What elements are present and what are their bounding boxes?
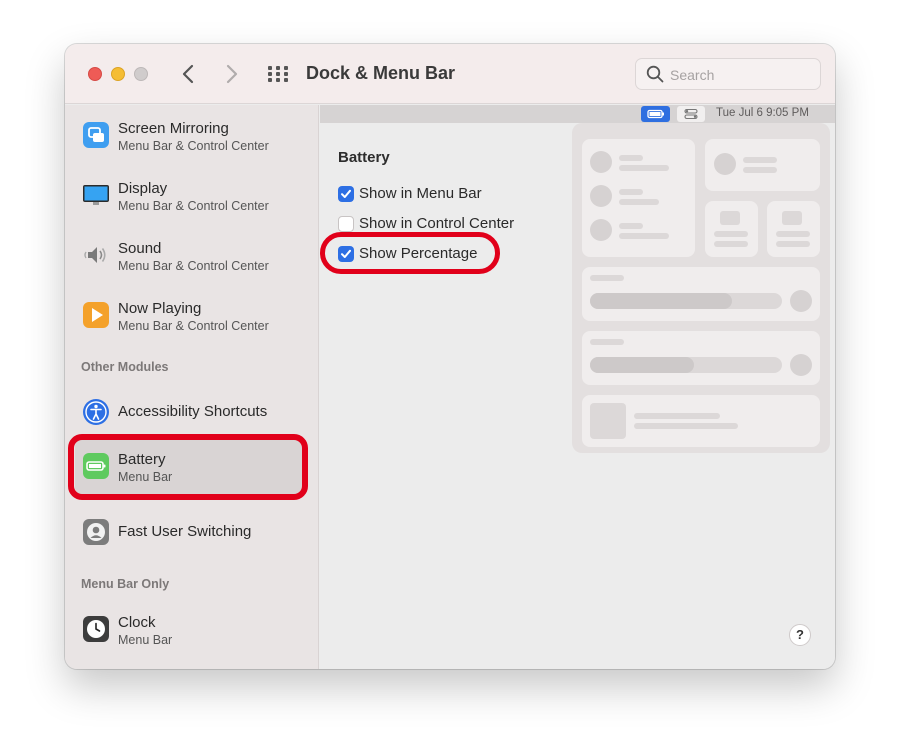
help-button[interactable]: ? (789, 624, 811, 646)
sidebar-item-screen-mirroring[interactable]: Screen Mirroring Menu Bar & Control Cent… (75, 108, 307, 164)
show-in-menu-bar-option[interactable]: Show in Menu Bar (338, 183, 498, 205)
close-window-button[interactable] (88, 67, 102, 81)
show-in-menu-bar-label: Show in Menu Bar (359, 185, 482, 202)
preview-bar (619, 189, 643, 195)
preview-dot (790, 354, 812, 376)
battery-section-title: Battery (338, 149, 390, 166)
sidebar-item-battery[interactable]: Battery Menu Bar (75, 439, 307, 495)
preview-small-tile (705, 201, 758, 257)
checkmark-icon (341, 189, 351, 198)
preview-bar (590, 357, 694, 373)
sidebar-item-title: Accessibility Shortcuts (118, 403, 268, 420)
sidebar-item-title: Now Playing (118, 300, 202, 317)
minimize-window-button[interactable] (111, 67, 125, 81)
preview-bar (782, 211, 802, 225)
preview-dot (714, 153, 736, 175)
control-center-preview (572, 123, 830, 453)
menubar-battery-icon (641, 106, 670, 122)
show-in-menu-bar-checkbox[interactable] (338, 186, 354, 202)
preview-dot (790, 290, 812, 312)
preview-bar (634, 413, 720, 419)
menu-bar-only-header: Menu Bar Only (81, 577, 170, 591)
search-input[interactable] (670, 64, 810, 86)
other-modules-header: Other Modules (81, 360, 169, 374)
show-percentage-option[interactable]: Show Percentage (338, 243, 503, 265)
chevron-left-icon (182, 64, 194, 84)
battery-settings-pane: Tue Jul 6 9:05 PM Battery Show in Menu B… (320, 105, 835, 669)
search-icon (646, 65, 664, 83)
search-field[interactable] (635, 58, 821, 90)
preview-bar (619, 165, 669, 171)
zoom-window-button[interactable] (134, 67, 148, 81)
back-button[interactable] (177, 62, 201, 86)
preview-bar (590, 403, 626, 439)
preview-bar (619, 155, 643, 161)
show-all-button[interactable] (267, 65, 289, 83)
sidebar-item-title: Battery (118, 451, 166, 468)
sidebar-item-title: Sound (118, 240, 162, 257)
clock-icon (83, 616, 109, 642)
preview-bar (743, 157, 777, 163)
chevron-right-icon (226, 64, 238, 84)
preview-bar (720, 211, 740, 225)
menu-bar-preview: Tue Jul 6 9:05 PM (320, 105, 835, 123)
grid-icon (268, 66, 288, 82)
forward-button[interactable] (219, 62, 243, 86)
preview-bar (590, 339, 624, 345)
menubar-control-center-icon (677, 106, 705, 122)
battery-icon (83, 453, 109, 479)
sidebar-item-subtitle: Menu Bar & Control Center (118, 319, 269, 333)
preview-bar (619, 199, 659, 205)
checkmark-icon (341, 249, 351, 258)
preview-bar (619, 223, 643, 229)
sidebar-item-fast-user-switching[interactable]: Fast User Switching (75, 505, 307, 561)
menubar-clock: Tue Jul 6 9:05 PM (716, 107, 809, 119)
sound-icon (83, 242, 109, 268)
window-title: Dock & Menu Bar (306, 63, 456, 83)
preview-bar (590, 275, 624, 281)
show-in-control-center-label: Show in Control Center (359, 215, 515, 232)
sidebar: Screen Mirroring Menu Bar & Control Cent… (65, 105, 319, 669)
sidebar-item-display[interactable]: Display Menu Bar & Control Center (75, 168, 307, 224)
sidebar-item-now-playing[interactable]: Now Playing Menu Bar & Control Center (75, 288, 307, 344)
screen-mirroring-icon (83, 122, 109, 148)
sidebar-item-title: Clock (118, 614, 156, 631)
show-percentage-label: Show Percentage (359, 245, 478, 262)
show-percentage-checkbox[interactable] (338, 246, 354, 262)
preview-dot (590, 185, 612, 207)
show-in-control-center-option[interactable]: Show in Control Center (338, 213, 528, 235)
preview-bar (634, 423, 738, 429)
display-icon (83, 182, 109, 208)
preview-bar (714, 241, 748, 247)
preview-bar (776, 231, 810, 237)
accessibility-icon (83, 399, 109, 425)
preview-bar (714, 231, 748, 237)
sidebar-item-title: Fast User Switching (118, 523, 252, 540)
preferences-window: Dock & Menu Bar Screen Mirroring Menu Ba… (65, 44, 835, 669)
sidebar-item-clock[interactable]: Clock Menu Bar (75, 602, 307, 658)
preview-small-tile (767, 201, 820, 257)
preview-dot (590, 151, 612, 173)
sidebar-item-subtitle: Menu Bar (118, 633, 173, 647)
sidebar-item-subtitle: Menu Bar (118, 470, 173, 484)
title-bar: Dock & Menu Bar (65, 44, 835, 104)
sidebar-item-title: Screen Mirroring (118, 120, 229, 137)
sidebar-item-subtitle: Menu Bar & Control Center (118, 199, 269, 213)
sidebar-item-title: Display (118, 180, 168, 197)
preview-bar (590, 293, 732, 309)
sidebar-item-subtitle: Menu Bar & Control Center (118, 139, 269, 153)
sidebar-item-sound[interactable]: Sound Menu Bar & Control Center (75, 228, 307, 284)
preview-dot (590, 219, 612, 241)
sidebar-item-subtitle: Menu Bar & Control Center (118, 259, 269, 273)
preview-bar (619, 233, 669, 239)
user-switching-icon (83, 519, 109, 545)
now-playing-icon (83, 302, 109, 328)
show-in-control-center-checkbox[interactable] (338, 216, 354, 232)
preview-bar (743, 167, 777, 173)
preview-bar (776, 241, 810, 247)
sidebar-item-accessibility-shortcuts[interactable]: Accessibility Shortcuts (75, 385, 307, 441)
